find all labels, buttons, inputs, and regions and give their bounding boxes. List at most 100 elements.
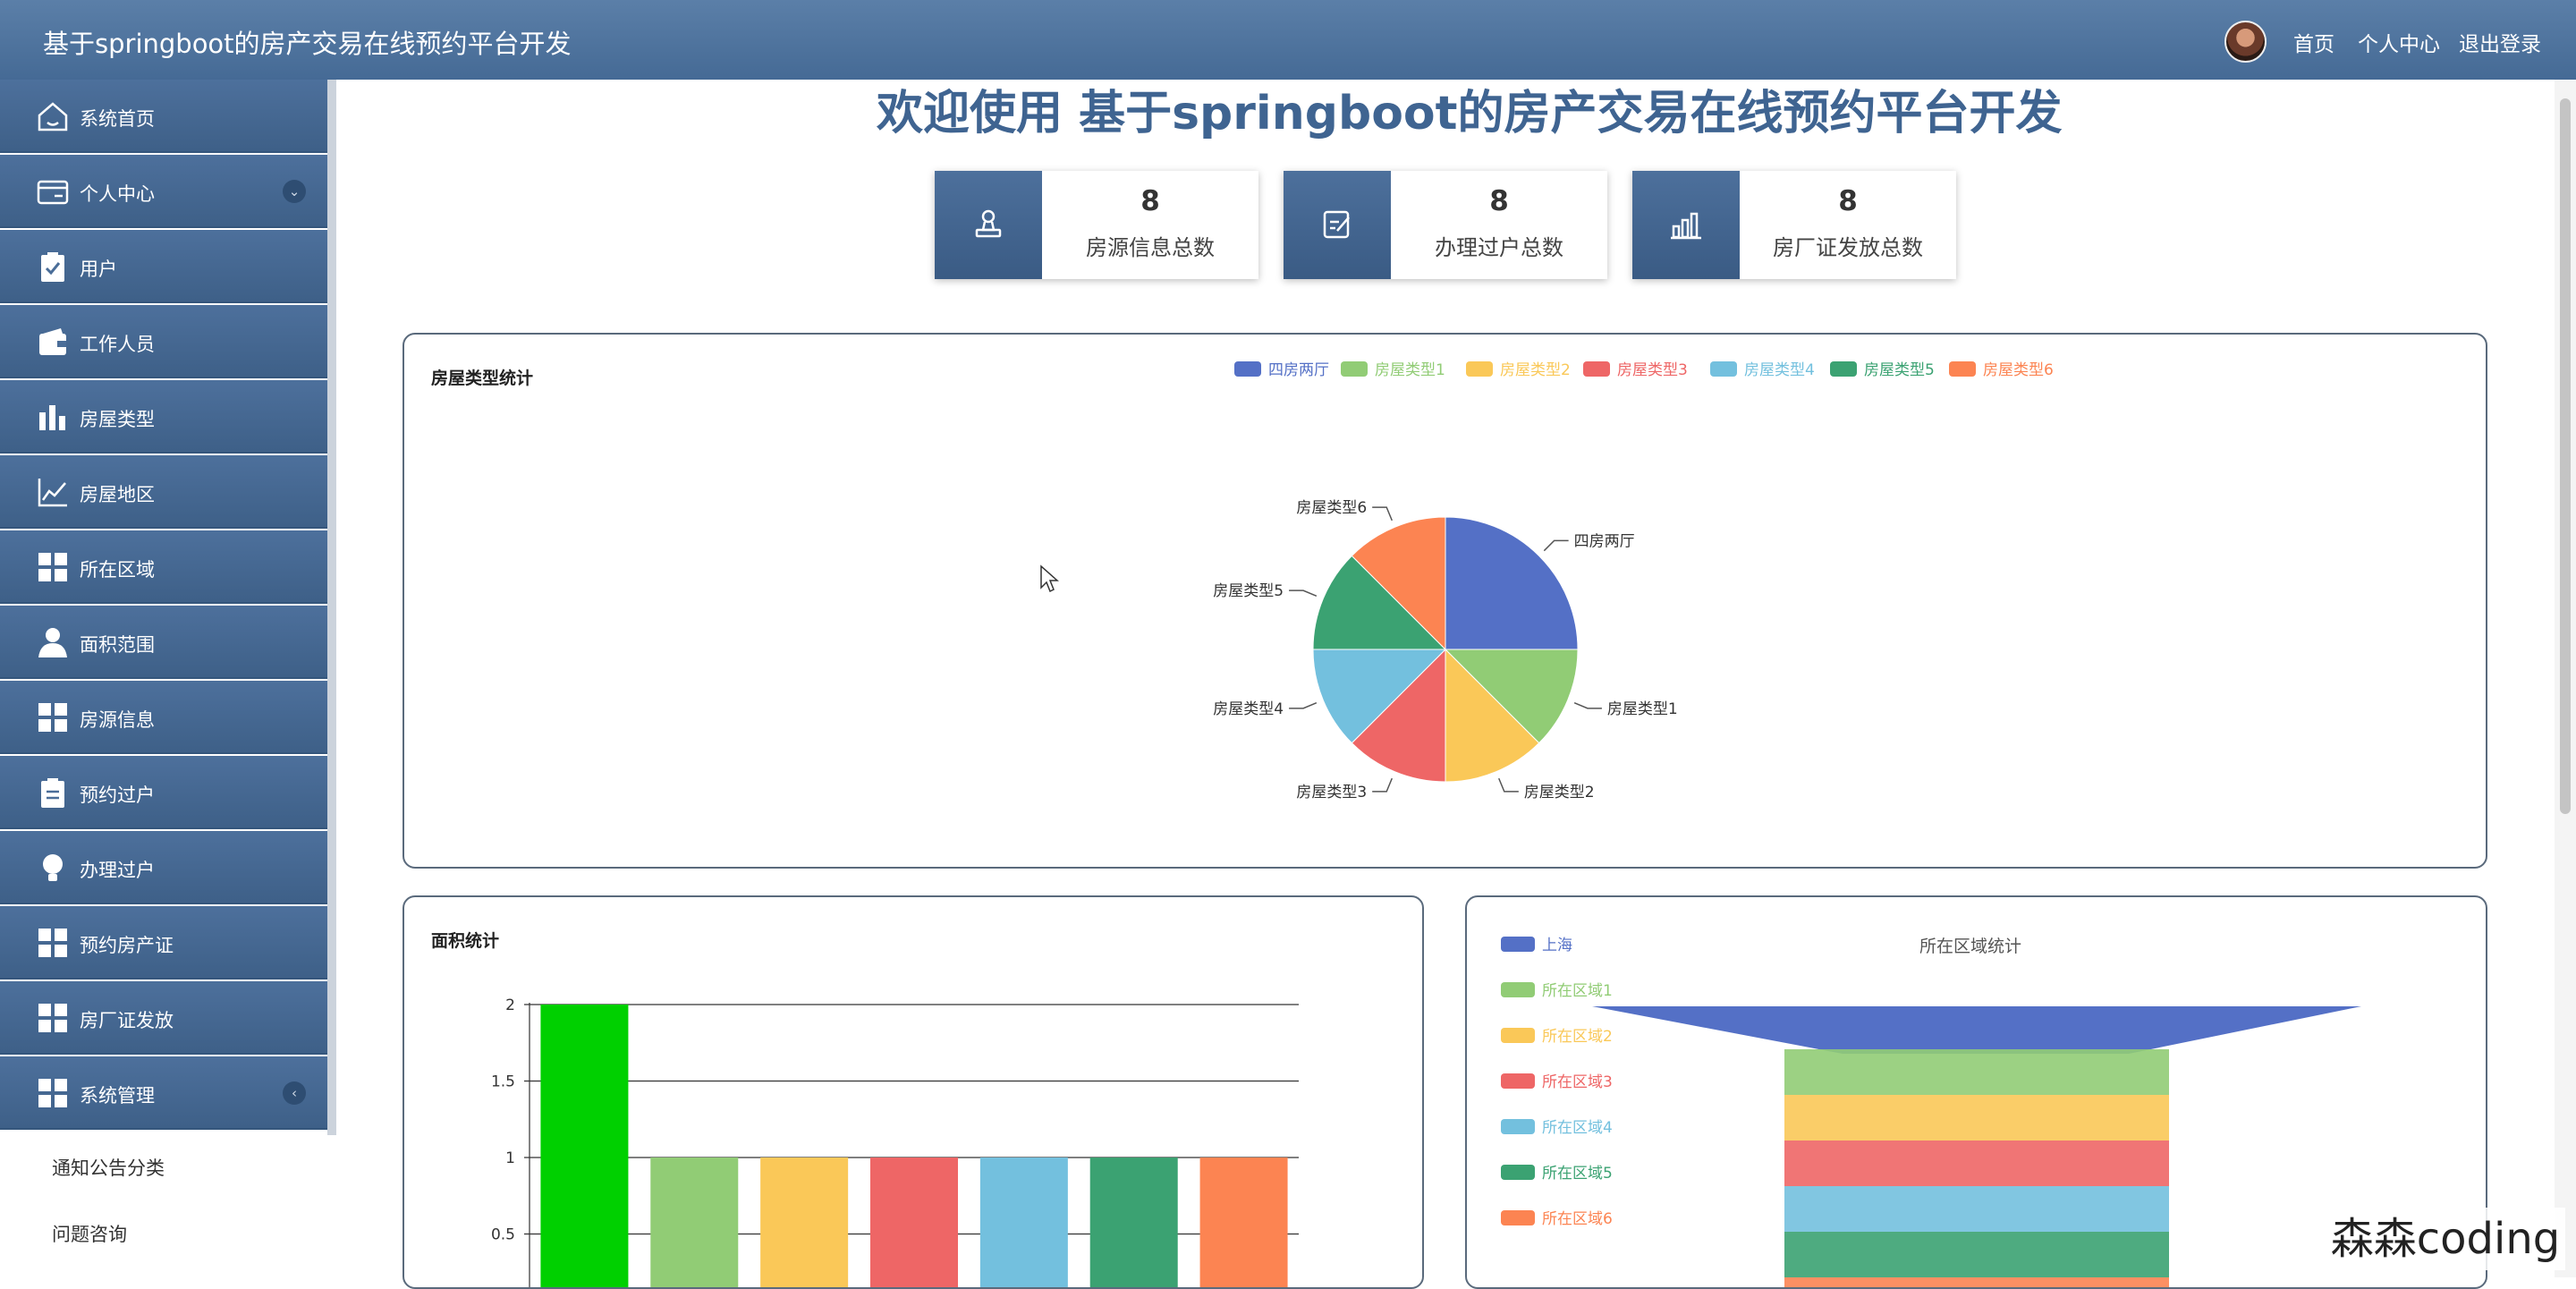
funnel-segment[interactable]: [1784, 1186, 2169, 1232]
funnel-segment[interactable]: [1784, 1141, 2169, 1186]
sidebar-item-label: 个人中心: [80, 183, 155, 205]
app-title: 基于springboot的房产交易在线预约平台开发: [43, 29, 572, 59]
stat-label: 房厂证发放总数: [1773, 235, 1923, 260]
house-type-chart-panel: 房屋类型统计 四房两厅 房屋类型1 房屋类型2 房屋类型3 房屋类型4 房屋类型5 房屋类型…: [402, 333, 2487, 869]
line-chart-icon: [36, 475, 70, 509]
watermark: 森森coding: [2326, 1208, 2565, 1270]
pie-label-line: [1543, 539, 1569, 552]
pie-label: 房屋类型5: [1213, 582, 1284, 600]
pie-label-line: [1289, 702, 1318, 709]
bar-chart-icon: [1632, 171, 1740, 279]
sidebar-item-label: 系统管理: [80, 1085, 155, 1107]
bar[interactable]: [760, 1158, 849, 1287]
pie-label: 房屋类型1: [1607, 700, 1678, 718]
sidebar-item-label: 用户: [80, 259, 117, 280]
welcome-title: 欢迎使用 基于springboot的房产交易在线预约平台开发: [877, 87, 2063, 140]
stat-value: 8: [1838, 185, 1858, 217]
chevron-down-icon[interactable]: ⌄: [283, 180, 306, 203]
sidebar-scrollbar[interactable]: [327, 80, 336, 1135]
funnel-segment[interactable]: [1784, 1232, 2169, 1277]
wallet-icon: [36, 325, 70, 359]
pie-label-line: [1498, 777, 1519, 793]
grid-icon: [36, 1076, 70, 1110]
stat-label: 房源信息总数: [1086, 235, 1215, 260]
funnel-segment[interactable]: [1784, 1049, 2169, 1095]
bar-chart-icon: [36, 400, 70, 434]
pie-label: 房屋类型2: [1524, 784, 1595, 801]
home-icon: [36, 99, 70, 133]
sidebar-item-5[interactable]: 房屋类型: [0, 380, 327, 454]
stamp-icon: [935, 171, 1042, 279]
area-chart-panel: 面积统计 2 1.5 1 0.5: [402, 895, 1424, 1289]
bar[interactable]: [650, 1158, 739, 1287]
sidebar-subitem-notice-category[interactable]: 通知公告分类: [52, 1154, 165, 1181]
grid-icon: [36, 1001, 70, 1035]
sidebar-item-6[interactable]: 房屋地区: [0, 455, 327, 529]
stat-value: 8: [1489, 185, 1509, 217]
sidebar-item-1[interactable]: 系统首页: [0, 80, 327, 153]
sidebar-item-label: 房屋地区: [80, 484, 155, 505]
pie-label: 四房两厅: [1574, 532, 1635, 550]
bar[interactable]: [870, 1158, 958, 1287]
user-avatar[interactable]: [2224, 21, 2267, 63]
pie-label-line: [1289, 589, 1318, 597]
sidebar-item-label: 房厂证发放: [80, 1010, 174, 1031]
sidebar-item-8[interactable]: 面积范围: [0, 606, 327, 679]
nav-logout-link[interactable]: 退出登录: [2459, 27, 2541, 57]
user-icon: [36, 625, 70, 659]
sidebar-item-12[interactable]: 预约房产证: [0, 906, 327, 979]
grid-icon: [36, 700, 70, 734]
stat-card-listings: 8 房源信息总数: [935, 171, 1258, 279]
y-tick-label: 1: [505, 1149, 515, 1167]
sidebar-item-10[interactable]: 预约过户: [0, 756, 327, 829]
sidebar-item-9[interactable]: 房源信息: [0, 681, 327, 754]
funnel-segment[interactable]: [1592, 1006, 2361, 1054]
pie-label-line: [1372, 506, 1393, 522]
sidebar-item-label: 系统首页: [80, 108, 155, 130]
sidebar-item-label: 房源信息: [80, 709, 155, 731]
stat-card-transfers: 8 办理过户总数: [1284, 171, 1607, 279]
nav-home-link[interactable]: 首页: [2293, 27, 2334, 57]
sidebar-item-11[interactable]: 办理过户: [0, 831, 327, 904]
sidebar-item-label: 预约房产证: [80, 935, 174, 956]
sidebar-subitem-question[interactable]: 问题咨询: [52, 1220, 127, 1247]
sidebar-item-2[interactable]: 个人中心 ⌄: [0, 155, 327, 228]
stat-label: 办理过户总数: [1435, 235, 1563, 260]
sidebar-item-13[interactable]: 房厂证发放: [0, 981, 327, 1055]
card-icon: [36, 174, 70, 208]
pie-slice[interactable]: [1445, 516, 1579, 650]
clipboard-check-icon: [36, 250, 70, 284]
y-tick-label: 1.5: [491, 1073, 515, 1091]
sidebar-item-label: 房屋类型: [80, 409, 155, 430]
nav-profile-link[interactable]: 个人中心: [2358, 27, 2440, 57]
bar[interactable]: [1199, 1158, 1288, 1287]
sidebar-item-4[interactable]: 工作人员: [0, 305, 327, 378]
sidebar-item-label: 工作人员: [80, 334, 155, 355]
funnel-segment[interactable]: [1784, 1095, 2169, 1141]
stat-card-certificates: 8 房厂证发放总数: [1632, 171, 1956, 279]
sidebar-item-3[interactable]: 用户: [0, 230, 327, 303]
top-navbar: 基于springboot的房产交易在线预约平台开发 首页 个人中心 退出登录: [0, 0, 2576, 80]
chevron-left-icon[interactable]: ‹: [283, 1081, 306, 1105]
edit-icon: [1284, 171, 1391, 279]
pie-label: 房屋类型4: [1213, 700, 1284, 718]
pie-label: 房屋类型3: [1296, 784, 1367, 801]
bar[interactable]: [1089, 1158, 1178, 1287]
sidebar-item-7[interactable]: 所在区域: [0, 530, 327, 604]
sidebar-item-label: 面积范围: [80, 634, 155, 656]
bar[interactable]: [540, 1005, 629, 1287]
bar-chart: 2 1.5 1 0.5: [491, 996, 1299, 1287]
clipboard-icon: [36, 776, 70, 810]
pie-label-line: [1372, 777, 1393, 793]
funnel-segment[interactable]: [1784, 1277, 2169, 1287]
pie-chart: 四房两厅房屋类型1 房屋类型2 房屋类型3 房屋类型4 房屋类型5 房屋类型6: [1213, 499, 1678, 801]
pie-label-line: [1573, 702, 1602, 709]
grid-icon: [36, 550, 70, 584]
page-scrollbar-thumb[interactable]: [2560, 98, 2571, 814]
sidebar-item-label: 所在区域: [80, 559, 155, 581]
sidebar-item-label: 预约过户: [80, 784, 155, 806]
y-tick-label: 0.5: [491, 1226, 515, 1244]
bar[interactable]: [979, 1158, 1068, 1287]
pie-label: 房屋类型6: [1296, 499, 1367, 517]
sidebar-item-14[interactable]: 系统管理 ‹: [0, 1056, 327, 1130]
